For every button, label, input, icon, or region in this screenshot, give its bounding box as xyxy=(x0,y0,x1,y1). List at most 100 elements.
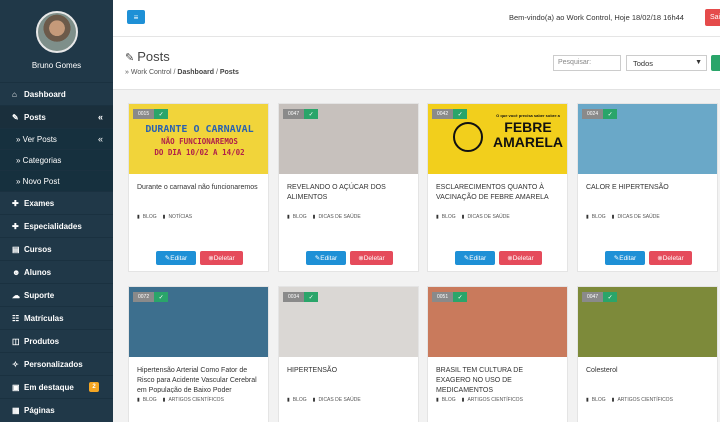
post-title[interactable]: REVELANDO O AÇÚCAR DOS ALIMENTOS xyxy=(279,174,418,210)
sidebar-item[interactable]: ▦ Páginas xyxy=(0,398,113,421)
count-badge: 2 xyxy=(89,382,99,392)
search-placeholder: Pesquisar: xyxy=(558,59,592,66)
breadcrumb-separator: / xyxy=(173,69,176,76)
sidebar-item-label: Cursos xyxy=(24,244,52,254)
sidebar-item[interactable]: » Novo Post xyxy=(0,170,113,191)
post-title[interactable]: CALOR E HIPERTENSÃO xyxy=(578,174,717,210)
check-icon: ✓ xyxy=(154,292,169,302)
bookmark-icon: ▮ xyxy=(436,214,439,220)
post-thumbnail[interactable]: 0024 ✓ xyxy=(578,104,717,174)
sidebar-item[interactable]: ⌂ Dashboard xyxy=(0,82,113,105)
delete-button[interactable]: ⊗ Deletar xyxy=(350,251,393,265)
bookmark-icon: ▮ xyxy=(137,397,140,403)
avatar[interactable] xyxy=(35,11,78,53)
edit-label: Editar xyxy=(320,254,338,262)
edit-button[interactable]: ✎ Editar xyxy=(306,251,346,265)
sidebar-item[interactable]: » Ver Posts « xyxy=(0,128,113,149)
breadcrumb-dashboard[interactable]: Dashboard xyxy=(177,69,214,76)
post-card: 0024 ✓ CALOR E HIPERTENSÃO ▮ BLOG ▮ DICAS DE S… xyxy=(577,103,718,272)
menu-icon: ▣ xyxy=(12,382,20,392)
sidebar-item[interactable]: ✧ Personalizados xyxy=(0,352,113,375)
delete-button[interactable]: ⊗ Deletar xyxy=(200,251,243,265)
delete-label: Deletar xyxy=(662,254,684,262)
sidebar-item-label: Em destaque xyxy=(24,382,74,392)
breadcrumb-root[interactable]: » Work Control xyxy=(125,69,172,76)
post-id-badge: 0034 xyxy=(283,292,305,302)
post-thumbnail[interactable]: 0047 ✓ xyxy=(578,287,717,357)
category-label: NOTÍCIAS xyxy=(168,214,193,220)
post-title[interactable]: BRASIL TEM CULTURA DE EXAGERO NO USO DE … xyxy=(428,357,567,393)
sidebar-item-label: Alunos xyxy=(24,267,52,277)
logout-button[interactable]: Sair xyxy=(705,9,720,26)
post-categories: ▮ BLOG ▮ DICAS DE SAÚDE xyxy=(578,210,717,222)
post-actions: ✎ Editar ⊗ Deletar xyxy=(605,251,692,265)
breadcrumb-current: Posts xyxy=(219,69,239,76)
edit-label: Editar xyxy=(469,254,487,262)
bookmark-icon: ▮ xyxy=(287,214,290,220)
sidebar-item[interactable]: ☻ Alunos xyxy=(0,260,113,283)
menu-toggle-button[interactable]: ≡ xyxy=(127,10,145,24)
bookmark-icon: ▮ xyxy=(611,214,615,220)
sidebar-item[interactable]: ✚ Exames xyxy=(0,191,113,214)
post-title[interactable]: Colesterol xyxy=(578,357,717,393)
post-card: 0072 ✓ Hipertensão Arterial Como Fator de … xyxy=(128,286,269,422)
sidebar-item[interactable]: ☷ Matrículas xyxy=(0,306,113,329)
post-actions: ✎ Editar ⊗ Deletar xyxy=(156,251,243,265)
category-label: BLOG xyxy=(591,397,606,403)
delete-label: Deletar xyxy=(512,254,534,262)
post-actions: ✎ Editar ⊗ Deletar xyxy=(306,251,393,265)
page-title-text: Posts xyxy=(137,49,170,64)
edit-button[interactable]: ✎ Editar xyxy=(605,251,645,265)
bookmark-icon: ▮ xyxy=(312,397,316,403)
menu-icon: ☻ xyxy=(12,267,21,277)
sidebar-item[interactable]: ◫ Produtos xyxy=(0,329,113,352)
category-label: BLOG xyxy=(441,214,456,220)
filter-select[interactable]: Todos ▼ xyxy=(626,55,707,71)
check-icon: ✓ xyxy=(453,292,468,302)
thumbnail-line: AMARELA xyxy=(493,134,563,150)
delete-button[interactable]: ⊗ Deletar xyxy=(649,251,692,265)
bookmark-icon: ▮ xyxy=(162,214,166,220)
bookmark-icon: ▮ xyxy=(312,214,316,220)
sidebar-item[interactable]: ✚ Especialidades xyxy=(0,214,113,237)
sidebar-item-label: » Novo Post xyxy=(16,176,60,186)
post-title[interactable]: HIPERTENSÃO xyxy=(279,357,418,393)
post-thumbnail[interactable]: 0072 ✓ xyxy=(129,287,268,357)
post-thumbnail[interactable]: DURANTE O CARNAVAL NÃO FUNCIONAREMOS DO DI… xyxy=(129,104,268,174)
bookmark-icon: ▮ xyxy=(611,397,615,403)
post-thumbnail[interactable]: 0047 ✓ xyxy=(279,104,418,174)
post-thumbnail[interactable]: 0034 ✓ xyxy=(279,287,418,357)
user-name: Bruno Gomes xyxy=(31,61,82,70)
post-categories: ▮ BLOG ▮ ARTIGOS CIENTÍFICOS xyxy=(428,393,567,405)
hamburger-icon: ≡ xyxy=(133,12,139,22)
search-input[interactable]: Pesquisar: xyxy=(553,55,621,71)
chevron-left-icon: « xyxy=(97,134,103,144)
sidebar-item-label: » Categorias xyxy=(16,155,62,165)
post-id-badge: 0042 xyxy=(432,109,454,119)
post-thumbnail[interactable]: 0051 ✓ xyxy=(428,287,567,357)
sidebar-item[interactable]: ☁ Suporte xyxy=(0,283,113,306)
post-title[interactable]: ESCLARECIMENTOS QUANTO À VACINAÇÃO DE FE… xyxy=(428,174,567,210)
delete-button[interactable]: ⊗ Deletar xyxy=(499,251,542,265)
sidebar-item[interactable]: ▤ Cursos xyxy=(0,237,113,260)
menu-icon: ✚ xyxy=(12,198,19,208)
menu-icon: ✚ xyxy=(12,221,19,231)
post-card: 0047 ✓ Colesterol ▮ BLOG ▮ ARTIGOS CIENTÍFICOS xyxy=(577,286,718,422)
thumbnail-text: O que você precisa saber sobre a FEBRE AMA… xyxy=(488,112,567,150)
bookmark-icon: ▮ xyxy=(461,214,465,220)
sidebar-item[interactable]: » Categorias xyxy=(0,149,113,170)
sidebar-item[interactable]: ✎ Posts « xyxy=(0,105,113,128)
sidebar-item[interactable]: ▣ Em destaque 2 xyxy=(0,375,113,398)
search-button[interactable] xyxy=(711,55,720,71)
post-title[interactable]: Hipertensão Arterial Como Fator de Risco… xyxy=(129,357,268,393)
post-title[interactable]: Durante o carnaval não funcionaremos xyxy=(129,174,268,210)
delete-label: Deletar xyxy=(213,254,235,262)
profile: Bruno Gomes xyxy=(0,0,113,82)
edit-button[interactable]: ✎ Editar xyxy=(156,251,196,265)
edit-button[interactable]: ✎ Editar xyxy=(455,251,495,265)
post-tags: 0042 ✓ xyxy=(432,109,468,119)
post-thumbnail[interactable]: O que você precisa saber sobre a FEBRE AMA… xyxy=(428,104,567,174)
sidebar-item-label: Personalizados xyxy=(24,359,83,369)
sidebar-item-label: Especialidades xyxy=(24,221,82,231)
sidebar-item-label: Suporte xyxy=(24,290,55,300)
